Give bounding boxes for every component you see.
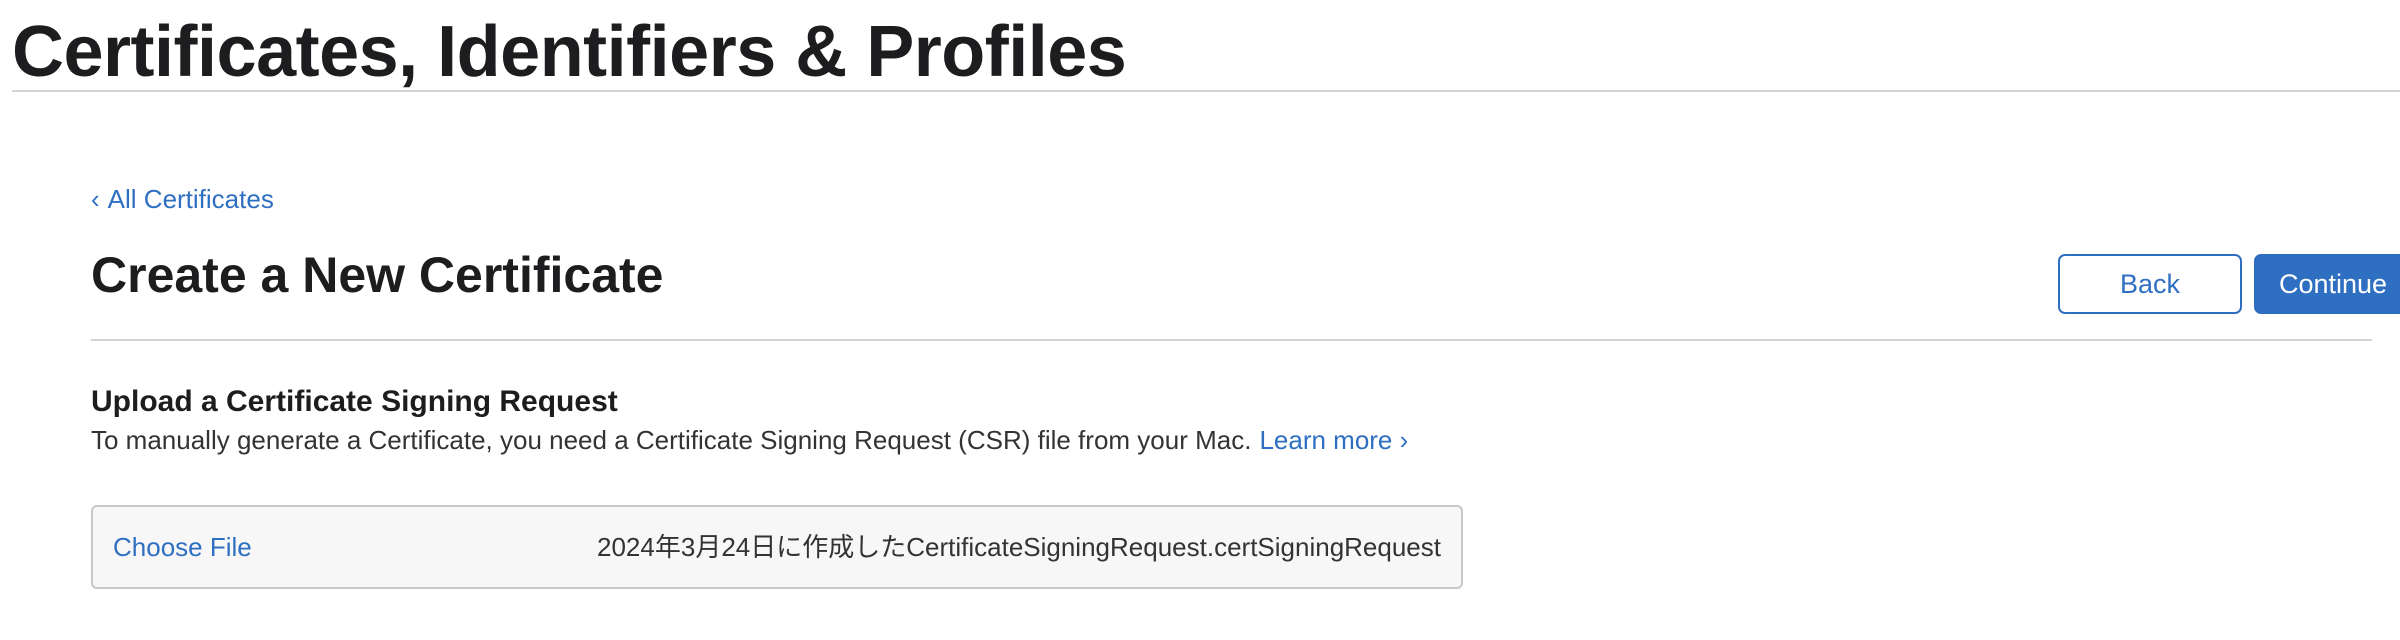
continue-button[interactable]: Continue bbox=[2254, 254, 2400, 314]
section-title: Create a New Certificate bbox=[91, 247, 664, 303]
chevron-left-icon: ‹ bbox=[91, 184, 100, 214]
section-divider bbox=[91, 339, 2372, 341]
file-upload-field[interactable]: Choose File 2024年3月24日に作成したCertificateSi… bbox=[91, 505, 1463, 589]
all-certificates-link[interactable]: ‹ All Certificates bbox=[91, 182, 274, 216]
all-certificates-label: All Certificates bbox=[107, 184, 274, 214]
back-button[interactable]: Back bbox=[2058, 254, 2242, 314]
selected-file-name: 2024年3月24日に作成したCertificateSigningRequest… bbox=[597, 532, 1441, 562]
upload-title: Upload a Certificate Signing Request bbox=[91, 385, 618, 418]
choose-file-button[interactable]: Choose File bbox=[113, 507, 252, 587]
upload-description-text: To manually generate a Certificate, you … bbox=[91, 425, 1252, 455]
main-content: ‹ All Certificates Create a New Certifica… bbox=[91, 0, 2400, 640]
learn-more-link[interactable]: Learn more › bbox=[1259, 425, 1408, 455]
upload-description: To manually generate a Certificate, you … bbox=[91, 422, 1408, 458]
